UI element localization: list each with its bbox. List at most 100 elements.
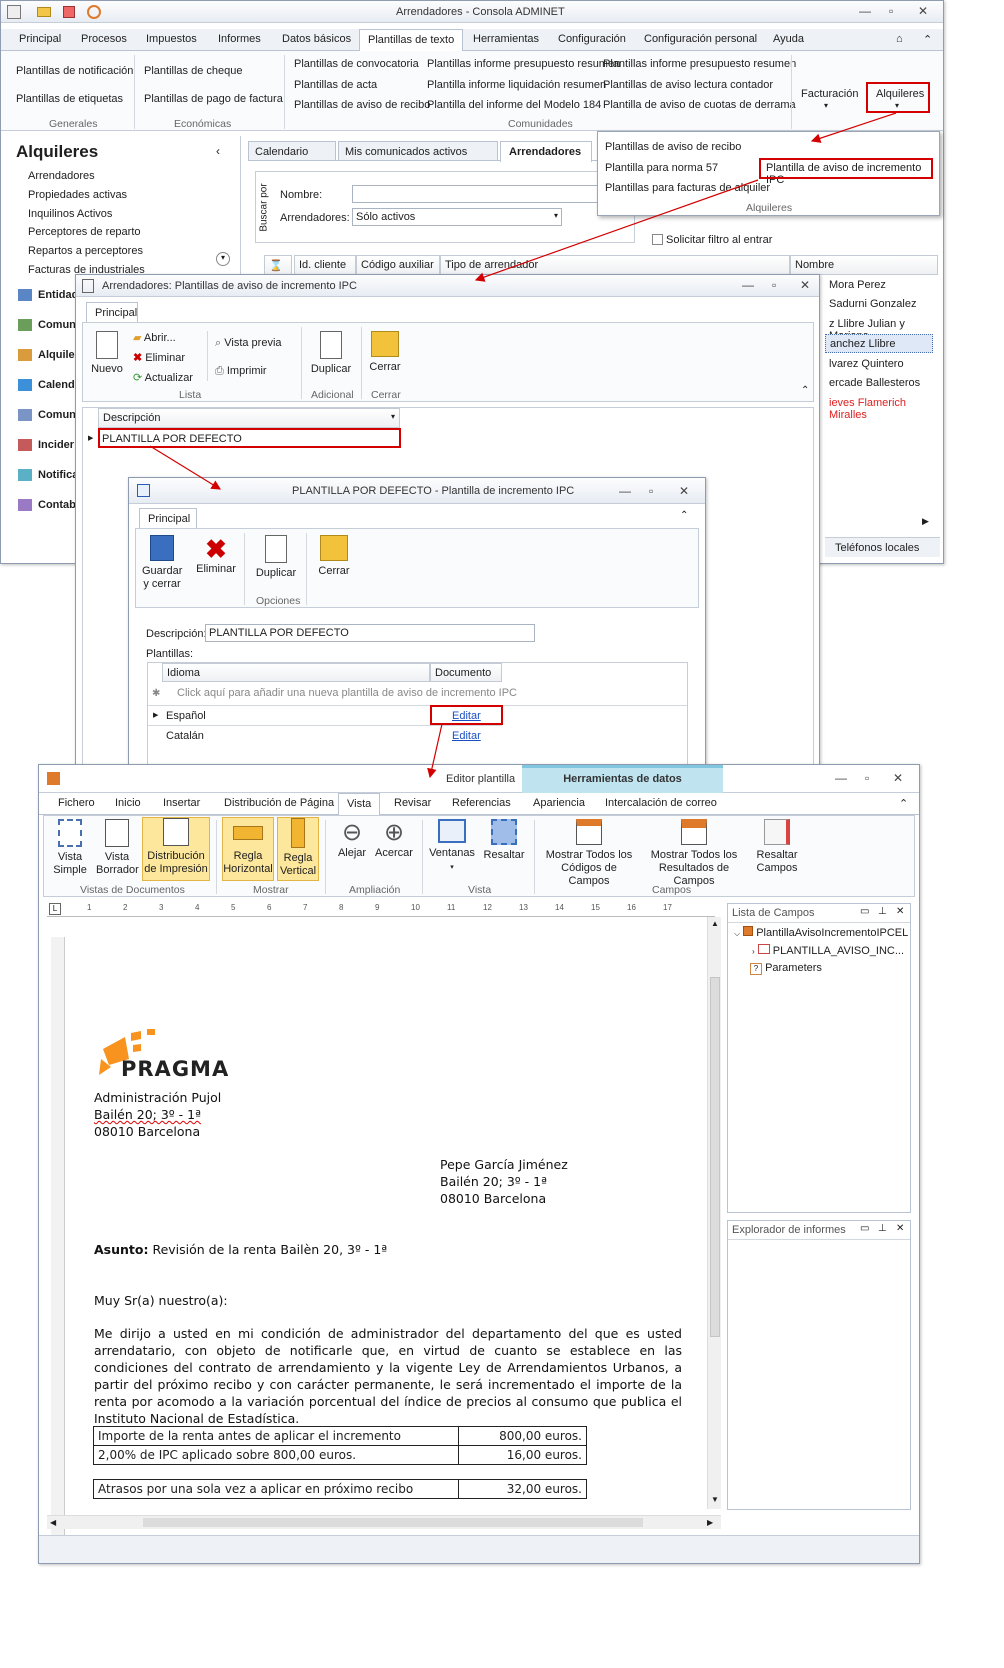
close-icon[interactable]: ✕ xyxy=(918,4,928,18)
vista-simple-button[interactable]: Vista Simple xyxy=(50,819,90,877)
arrendadores-select[interactable]: Sólo activos ▾ xyxy=(352,208,562,226)
btn-plantillas-convocatoria[interactable]: Plantillas de convocatoria xyxy=(294,58,419,70)
tab-stop-icon[interactable]: L xyxy=(49,903,61,915)
resaltar-campos-button[interactable]: Resaltar Campos xyxy=(750,819,804,875)
btn-plantilla-modelo-184[interactable]: Plantilla del informe del Modelo 184 xyxy=(427,99,601,111)
regla-horizontal-button[interactable]: Regla Horizontal xyxy=(222,817,274,881)
distribucion-button[interactable]: Distribución de Impresión xyxy=(142,817,210,881)
resaltar-button[interactable]: Resaltar xyxy=(480,819,528,862)
doctab-comunicados[interactable]: Mis comunicados activos xyxy=(338,141,498,161)
tab-informes[interactable]: Informes xyxy=(218,33,261,45)
table-row[interactable]: ieves Flamerich Miralles xyxy=(829,397,937,421)
doc-hscrollbar[interactable]: ◀ ▶ xyxy=(47,1515,721,1529)
btn-plantillas-presupuesto-resumen[interactable]: Plantillas informe presupuesto resumen xyxy=(603,58,796,70)
nav-comunicados[interactable]: Comun xyxy=(38,409,76,421)
new-row-prompt[interactable]: Click aquí para añadir una nueva plantil… xyxy=(177,687,517,699)
save-close-button[interactable]: Guardar y cerrar xyxy=(140,535,184,591)
collapse-icon[interactable]: ⌃ xyxy=(899,797,908,810)
sidebar-item-perceptores[interactable]: Perceptores de reparto xyxy=(28,226,141,238)
mostrar-resultados-button[interactable]: Mostrar Todos los Resultados de Campos xyxy=(642,819,746,888)
nav-comunidades[interactable]: Comun xyxy=(38,319,76,331)
tab-apariencia[interactable]: Apariencia xyxy=(533,797,585,809)
dock-icon[interactable]: ⊥ xyxy=(878,1223,887,1234)
tab-fichero[interactable]: Fichero xyxy=(58,797,95,809)
close-icon[interactable]: ✕ xyxy=(893,771,903,785)
preview-button[interactable]: ⌕ Vista previa xyxy=(215,337,282,350)
ventanas-button[interactable]: Ventanas ▾ xyxy=(428,819,476,874)
btn-plantillas-acta[interactable]: Plantillas de acta xyxy=(294,79,377,91)
new-button[interactable]: Nuevo xyxy=(89,331,125,376)
scroll-left-icon[interactable]: ◀ xyxy=(50,1518,56,1527)
grid-col-idioma[interactable]: Idioma xyxy=(162,663,430,682)
btn-plantillas-cheque[interactable]: Plantillas de cheque xyxy=(144,65,242,77)
btn-plantillas-notificacion[interactable]: Plantillas de notificación xyxy=(16,65,133,77)
edit-icon[interactable] xyxy=(63,6,75,18)
status-telefonos[interactable]: Teléfonos locales xyxy=(835,542,919,554)
minimize-icon[interactable]: — xyxy=(619,484,631,498)
btn-plantilla-cuotas-derrama[interactable]: Plantilla de aviso de cuotas de derrama xyxy=(603,99,796,111)
vista-borrador-button[interactable]: Vista Borrador xyxy=(96,819,139,877)
close-icon[interactable]: ✕ xyxy=(800,278,810,292)
tab-revisar[interactable]: Revisar xyxy=(394,797,431,809)
btn-plantillas-lectura-contador[interactable]: Plantillas de aviso lectura contador xyxy=(603,79,773,91)
rss-icon[interactable] xyxy=(87,5,101,19)
doctab-calendario[interactable]: Calendario xyxy=(248,141,336,161)
maximize-icon[interactable]: ▫ xyxy=(889,4,893,18)
btn-plantillas-etiquetas[interactable]: Plantillas de etiquetas xyxy=(16,93,123,105)
minimize-icon[interactable]: — xyxy=(742,278,754,292)
grid-col-descripcion[interactable]: Descripción ▾ xyxy=(98,408,400,428)
table-row[interactable]: lvarez Quintero xyxy=(829,358,904,370)
tab-plantillas-texto[interactable]: Plantillas de texto xyxy=(359,29,464,52)
pin-icon[interactable]: ▭ xyxy=(860,906,869,917)
acercar-button[interactable]: ⊕ Acercar xyxy=(374,819,414,860)
grid-col-nombre[interactable]: Nombre xyxy=(790,255,938,275)
tab-distribucion[interactable]: Distribución de Página xyxy=(224,797,334,809)
grid-col-filter[interactable]: ⌛ xyxy=(264,255,292,275)
grid-col-documento[interactable]: Documento xyxy=(430,663,502,682)
tab-herramientas[interactable]: Herramientas xyxy=(473,33,539,45)
btn-plantilla-norma-57[interactable]: Plantillas informe presupuesto resumen xyxy=(427,58,620,70)
nav-incidencias[interactable]: Incider xyxy=(38,439,74,451)
maximize-icon[interactable]: ▫ xyxy=(772,278,776,292)
pin-icon[interactable]: ▭ xyxy=(860,1223,869,1234)
collapse-icon[interactable]: ⌃ xyxy=(801,385,809,396)
tab-impuestos[interactable]: Impuestos xyxy=(146,33,197,45)
close-icon[interactable]: ✕ xyxy=(896,1223,904,1234)
tab-referencias[interactable]: Referencias xyxy=(452,797,511,809)
tab-ayuda[interactable]: Ayuda xyxy=(773,33,804,45)
tab-inicio[interactable]: Inicio xyxy=(115,797,141,809)
duplicate-button[interactable]: Duplicar xyxy=(254,535,298,580)
minimize-icon[interactable]: — xyxy=(835,771,847,785)
scroll-thumb[interactable] xyxy=(710,977,720,1337)
maximize-icon[interactable]: ▫ xyxy=(865,771,869,785)
tab-datos-basicos[interactable]: Datos básicos xyxy=(282,33,351,45)
chevron-left-icon[interactable]: ‹ xyxy=(216,144,220,158)
doc-scrollbar[interactable]: ▲ ▼ xyxy=(707,917,721,1509)
nav-entidades[interactable]: Entidad xyxy=(38,289,78,301)
tab-principal[interactable]: Principal xyxy=(19,33,61,45)
sidebar-item-arrendadores[interactable]: Arrendadores xyxy=(28,170,95,182)
nav-contabilidad[interactable]: Contab xyxy=(38,499,76,511)
tab-intercalacion[interactable]: Intercalación de correo xyxy=(605,797,717,809)
table-row[interactable]: Sadurni Gonzalez xyxy=(829,298,916,310)
grid-col-id[interactable]: Id. cliente xyxy=(294,255,356,275)
close-icon[interactable]: ✕ xyxy=(896,906,904,917)
home-icon[interactable]: ⌂ xyxy=(896,33,903,45)
descripcion-input[interactable]: PLANTILLA POR DEFECTO xyxy=(205,624,535,642)
scroll-down-icon[interactable]: ▼ xyxy=(711,1495,719,1504)
regla-vertical-button[interactable]: Regla Vertical xyxy=(277,817,319,881)
tree-item-parameters[interactable]: ? Parameters xyxy=(750,962,822,975)
nav-notificaciones[interactable]: Notifica xyxy=(38,469,78,481)
mail-icon[interactable] xyxy=(37,7,51,17)
scroll-right-icon[interactable]: ▶ xyxy=(922,516,929,527)
table-row[interactable]: ercade Ballesteros xyxy=(829,377,920,389)
tab-vista[interactable]: Vista xyxy=(338,793,381,816)
menu-item-aviso-recibo[interactable]: Plantillas de aviso de recibo xyxy=(605,141,741,153)
tab-configuracion[interactable]: Configuración xyxy=(558,33,626,45)
refresh-button[interactable]: ⟳ Actualizar xyxy=(133,371,193,384)
sidebar-item-inquilinos[interactable]: Inquilinos Activos xyxy=(28,208,112,220)
editar-catalan-link[interactable]: Editar xyxy=(452,730,481,742)
tab-procesos[interactable]: Procesos xyxy=(81,33,127,45)
scroll-down-icon[interactable]: ▾ xyxy=(216,252,230,266)
btn-plantillas-aviso-recibo[interactable]: Plantillas de aviso de recibo xyxy=(294,99,430,111)
